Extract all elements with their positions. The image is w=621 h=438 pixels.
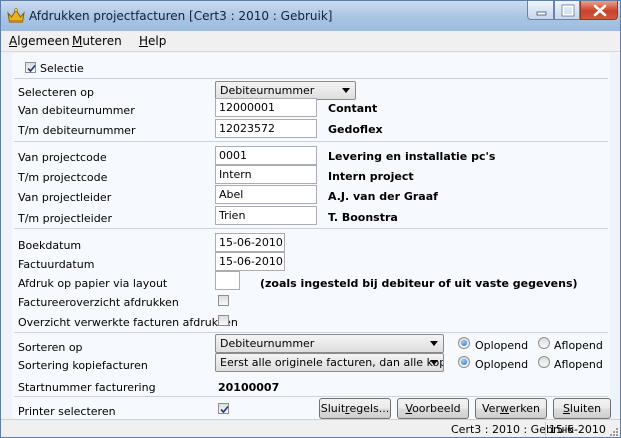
tm-debiteur-name: Gedoflex <box>328 123 383 136</box>
sorteren-aflopend-label: Aflopend <box>554 339 603 352</box>
dropdown-arrow-icon <box>342 88 350 93</box>
boekdatum-label: Boekdatum <box>18 239 82 252</box>
tm-debiteurnummer-label: T/m debiteurnummer <box>18 124 136 137</box>
overzicht-verwerkt-checkbox[interactable] <box>218 315 229 326</box>
printer-selecteren-checkbox[interactable] <box>218 403 229 414</box>
menu-muteren[interactable]: Muteren <box>72 34 122 48</box>
verwerken-button[interactable]: Verwerken <box>475 398 547 419</box>
separator <box>14 332 608 333</box>
status-divider <box>545 422 546 436</box>
overzicht-verwerkt-label: Overzicht verwerkte facturen afdrukken <box>18 316 238 329</box>
van-projectcode-input[interactable]: 0001 <box>215 146 317 165</box>
kopie-aflopend-label: Aflopend <box>554 358 603 371</box>
close-button[interactable] <box>580 1 618 20</box>
maximize-button[interactable] <box>554 1 580 20</box>
sorteren-oplopend-radio[interactable] <box>458 337 470 349</box>
van-projectleider-input[interactable]: Abel <box>215 185 317 204</box>
menu-help[interactable]: Help <box>139 34 166 48</box>
factureeroverzicht-checkbox[interactable] <box>218 295 229 306</box>
sluiten-button[interactable]: Sluiten <box>553 398 611 419</box>
tm-projectleider-input[interactable]: Trien <box>215 206 317 225</box>
van-projectleider-name: A.J. van der Graaf <box>328 190 438 203</box>
van-projectleider-label: Van projectleider <box>18 191 112 204</box>
dropdown-arrow-icon <box>430 341 438 346</box>
resize-grip-icon[interactable] <box>609 427 619 437</box>
sorteren-aflopend-radio[interactable] <box>538 337 550 349</box>
factuurdatum-input[interactable]: 15-06-2010 <box>215 252 285 271</box>
tm-projectleider-label: T/m projectleider <box>18 212 112 225</box>
tm-projectcode-input[interactable]: Intern <box>215 165 317 184</box>
sorteren-op-dropdown[interactable]: Debiteurnummer <box>215 334 444 353</box>
maximize-icon <box>561 4 575 17</box>
checkmark-icon <box>220 405 229 414</box>
tm-debiteurnummer-input[interactable]: 12023572 <box>215 119 317 138</box>
van-projectcode-label: Van projectcode <box>18 151 107 164</box>
app-crown-icon <box>7 8 25 24</box>
sortering-kopie-dropdown[interactable]: Eerst alle originele facturen, dan alle … <box>215 353 444 372</box>
dropdown-arrow-icon <box>430 360 438 365</box>
application-window: Afdrukken projectfacturen [Cert3 : 2010 … <box>0 0 621 438</box>
separator <box>14 396 608 397</box>
van-debiteurnummer-input[interactable]: 12000001 <box>215 98 317 117</box>
menu-bar: Algemeen Muteren Help <box>1 31 620 52</box>
separator <box>14 78 608 79</box>
status-date: 15-6-2010 <box>549 423 606 436</box>
selectie-label: Selectie <box>40 62 84 75</box>
van-debiteur-name: Contant <box>328 102 378 115</box>
sortering-kopie-label: Sortering kopiefacturen <box>18 359 148 372</box>
sorteren-oplopend-label: Oplopend <box>475 339 529 352</box>
close-icon <box>593 4 607 17</box>
van-debiteurnummer-label: Van debiteurnummer <box>18 104 135 117</box>
tm-projectcode-label: T/m projectcode <box>18 171 108 184</box>
tm-projectleider-name: T. Boonstra <box>328 211 398 224</box>
boekdatum-input[interactable]: 15-06-2010 <box>215 233 285 252</box>
selecteren-op-label: Selecteren op <box>18 86 94 99</box>
kopie-aflopend-radio[interactable] <box>538 356 550 368</box>
van-projectcode-name: Levering en installatie pc's <box>328 150 496 163</box>
factureeroverzicht-label: Factureeroverzicht afdrukken <box>18 296 179 309</box>
startnummer-value: 20100007 <box>218 381 280 394</box>
afdruk-papier-note: (zoals ingesteld bij debiteur of uit vas… <box>260 277 578 290</box>
checkmark-icon <box>27 64 36 73</box>
separator <box>14 141 608 142</box>
selectie-checkbox[interactable] <box>25 62 36 73</box>
afdruk-papier-input[interactable] <box>215 271 240 290</box>
tm-projectcode-name: Intern project <box>328 170 414 183</box>
kopie-oplopend-radio[interactable] <box>458 356 470 368</box>
afdruk-papier-label: Afdruk op papier via layout <box>18 277 168 290</box>
sorteren-op-label: Sorteren op <box>18 341 83 354</box>
title-bar[interactable]: Afdrukken projectfacturen [Cert3 : 2010 … <box>1 1 620 31</box>
minimize-icon <box>536 11 547 16</box>
startnummer-label: Startnummer facturering <box>18 381 156 394</box>
factuurdatum-label: Factuurdatum <box>18 258 95 271</box>
printer-selecteren-label: Printer selecteren <box>18 405 116 418</box>
status-bar: Cert3 : 2010 : Gebruik 15-6-2010 <box>1 419 620 437</box>
minimize-button[interactable] <box>527 1 554 20</box>
sluitregels-button[interactable]: Sluitregels... <box>319 398 391 419</box>
voorbeeld-button[interactable]: Voorbeeld <box>397 398 469 419</box>
kopie-oplopend-label: Oplopend <box>475 358 529 371</box>
window-title: Afdrukken projectfacturen [Cert3 : 2010 … <box>29 9 333 23</box>
separator <box>14 228 608 229</box>
menu-algemeen[interactable]: Algemeen <box>9 34 70 48</box>
